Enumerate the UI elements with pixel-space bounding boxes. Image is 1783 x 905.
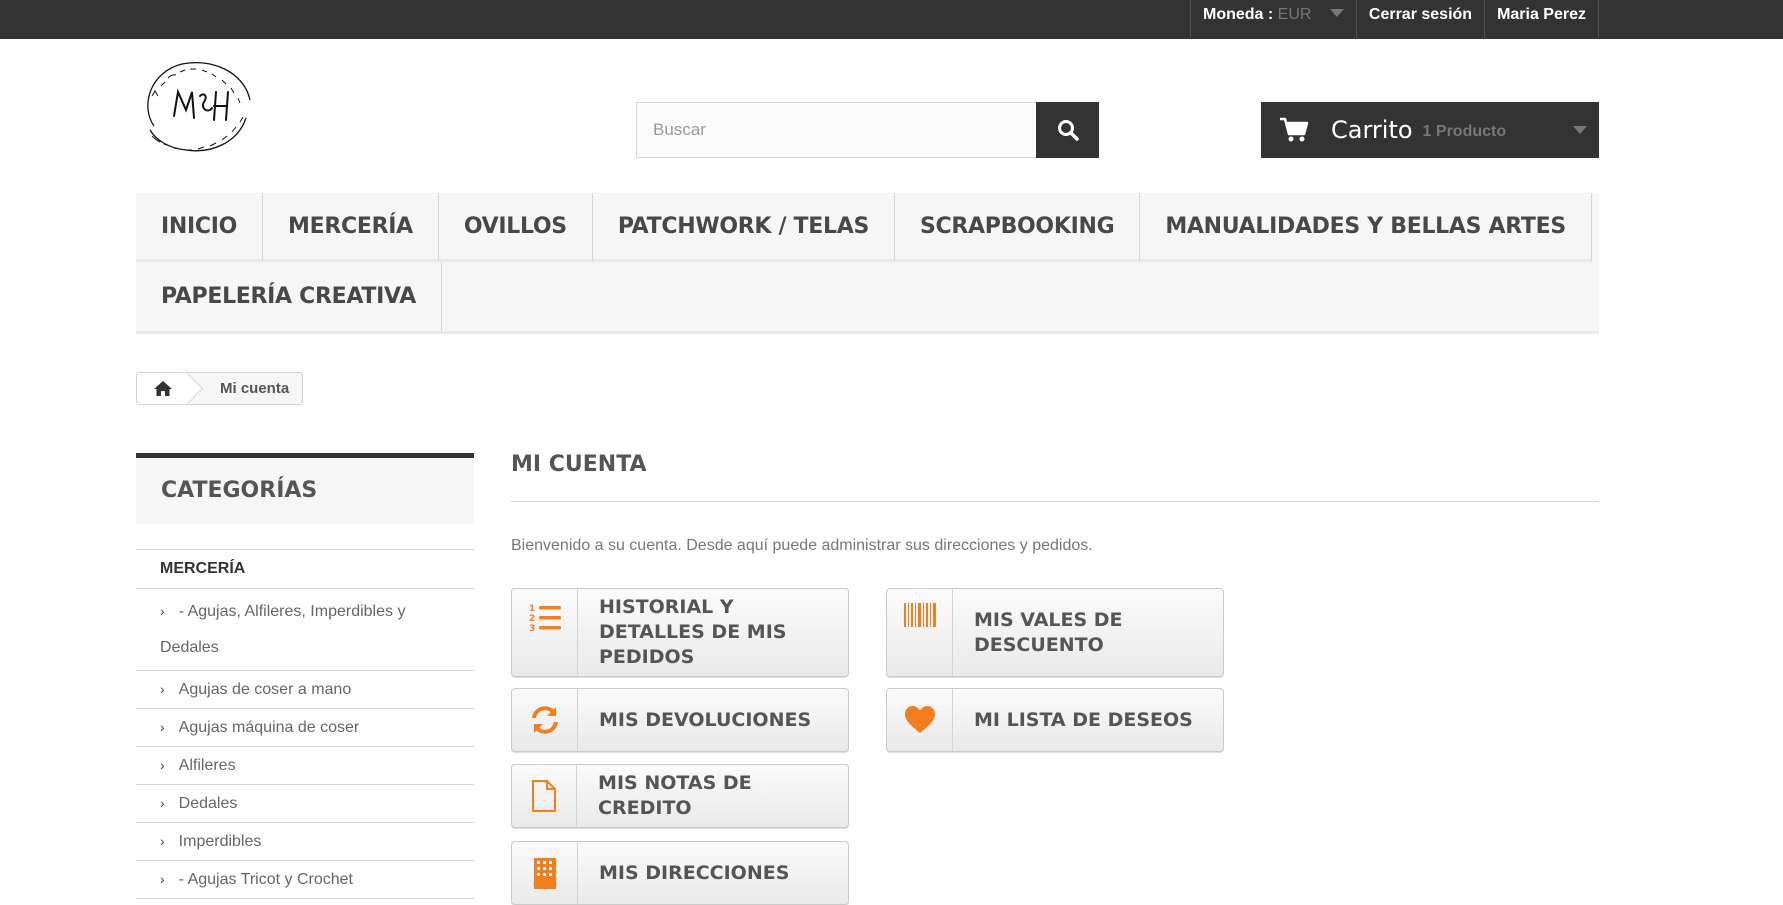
chevron-down-icon[interactable] — [1573, 126, 1587, 134]
category-item[interactable]: › - Agujas, Alfileres, Imperdibles y Deda… — [136, 589, 474, 671]
building-icon — [533, 858, 556, 889]
menu-item-papeleria[interactable]: PAPELERÍA CREATIVA — [136, 262, 442, 331]
cart-label: Carrito — [1331, 116, 1413, 144]
sidebar-categories: CATEGORÍAS MERCERÍA › - Agujas, Alfileres… — [136, 453, 474, 899]
category-label: - Agujas, Alfileres, Imperdibles y Dedal… — [160, 603, 406, 656]
icon-cell — [887, 589, 953, 676]
breadcrumb-current: Mi cuenta — [220, 380, 290, 397]
sidebar-title: CATEGORÍAS — [136, 453, 474, 524]
category-label: Agujas de coser a mano — [178, 681, 352, 698]
category-label: Alfileres — [178, 757, 236, 774]
cart-button[interactable]: Carrito 1 Producto — [1261, 102, 1599, 158]
menu-item-ovillos[interactable]: OVILLOS — [438, 193, 593, 262]
menu-item-merceria[interactable]: MERCERÍA — [263, 193, 439, 262]
chevron-right-icon: › — [160, 871, 165, 887]
page-title: MI CUENTA — [511, 452, 647, 477]
store-logo[interactable] — [134, 56, 260, 160]
category-label: Dedales — [178, 795, 238, 812]
breadcrumb: Mi cuenta — [136, 372, 304, 405]
chevron-right-icon: › — [160, 833, 165, 849]
category-item[interactable]: › Agujas máquina de coser — [136, 709, 474, 747]
category-item[interactable]: › Dedales — [136, 785, 474, 823]
search-button[interactable] — [1036, 102, 1099, 158]
icon-cell: 123 — [512, 589, 578, 676]
chevron-right-icon: › — [160, 681, 165, 697]
currency-value: EUR — [1277, 6, 1312, 23]
vouchers-button[interactable]: MIS VALES DE DESCUENTO — [886, 588, 1224, 677]
category-label: Imperdibles — [178, 833, 262, 850]
category-item[interactable]: › Agujas de coser a mano — [136, 671, 474, 709]
category-root[interactable]: MERCERÍA — [136, 550, 474, 589]
top-nav: Moneda : EUR Cerrar sesión Maria Perez — [1189, 0, 1599, 39]
home-icon — [154, 381, 172, 396]
category-label: - Agujas Tricot y Crochet — [178, 871, 353, 888]
breadcrumb-home[interactable] — [137, 373, 189, 404]
heart-icon — [904, 706, 935, 733]
cart-icon — [1280, 117, 1309, 142]
menu-item-inicio[interactable]: INICIO — [136, 193, 264, 262]
menu-item-scrapbooking[interactable]: SCRAPBOOKING — [894, 193, 1141, 262]
main-menu: INICIO MERCERÍA OVILLOS PATCHWORK / TELA… — [136, 193, 1599, 334]
menu-row: PAPELERÍA CREATIVA — [136, 262, 1599, 331]
icon-cell — [512, 765, 578, 827]
menu-item-manualidades[interactable]: MANUALIDADES Y BELLAS ARTES — [1140, 193, 1592, 262]
cart-count: 1 Producto — [1422, 123, 1507, 140]
top-bar: Moneda : EUR Cerrar sesión Maria Perez — [0, 0, 1783, 39]
barcode-icon — [903, 603, 936, 627]
title-divider — [511, 501, 1599, 502]
returns-label: MIS DEVOLUCIONES — [599, 708, 812, 731]
vouchers-label: MIS VALES DE DESCUENTO — [974, 608, 1123, 656]
chevron-down-icon — [1329, 8, 1344, 17]
category-item[interactable]: › Imperdibles — [136, 823, 474, 861]
addresses-label: MIS DIRECCIONES — [599, 861, 790, 884]
svg-text:3: 3 — [529, 624, 535, 633]
search-icon — [1057, 120, 1079, 141]
welcome-text: Bienvenido a su cuenta. Desde aquí puede… — [511, 537, 1093, 554]
logo-image — [147, 62, 251, 152]
menu-item-patchwork[interactable]: PATCHWORK / TELAS — [592, 193, 895, 262]
svg-text:2: 2 — [529, 614, 535, 624]
file-icon — [532, 780, 557, 812]
chevron-right-icon: › — [160, 719, 165, 735]
icon-cell — [512, 842, 578, 904]
svg-text:1: 1 — [529, 604, 535, 614]
icon-cell — [512, 689, 578, 751]
menu-row: INICIO MERCERÍA OVILLOS PATCHWORK / TELA… — [136, 193, 1599, 262]
order-history-button[interactable]: 123 HISTORIAL Y DETALLES DE MIS PEDIDOS — [511, 588, 849, 677]
user-account-link[interactable]: Maria Perez — [1484, 0, 1599, 39]
wishlist-button[interactable]: MI LISTA DE DESEOS — [886, 688, 1224, 752]
currency-selector[interactable]: Moneda : EUR — [1189, 0, 1356, 39]
category-label: Agujas máquina de coser — [178, 719, 360, 736]
refresh-icon — [531, 706, 558, 734]
chevron-right-icon: › — [160, 757, 165, 773]
addresses-button[interactable]: MIS DIRECCIONES — [511, 841, 849, 905]
search-bar — [636, 102, 1099, 158]
credit-notes-label: MIS NOTAS DE CREDITO — [598, 772, 752, 819]
credit-notes-button[interactable]: MIS NOTAS DE CREDITO — [511, 764, 849, 828]
currency-label: Moneda : — [1202, 6, 1274, 23]
chevron-right-icon: › — [160, 603, 165, 619]
list-ordered-icon: 123 — [529, 604, 561, 633]
icon-cell — [887, 689, 953, 751]
order-history-label: HISTORIAL Y DETALLES DE MIS PEDIDOS — [599, 596, 787, 668]
category-list: MERCERÍA › - Agujas, Alfileres, Imperdibl… — [136, 549, 474, 899]
category-item[interactable]: › Alfileres — [136, 747, 474, 785]
logout-link[interactable]: Cerrar sesión — [1355, 0, 1484, 39]
chevron-right-icon: › — [160, 795, 165, 811]
returns-button[interactable]: MIS DEVOLUCIONES — [511, 688, 849, 752]
search-input[interactable] — [636, 102, 1036, 158]
wishlist-label: MI LISTA DE DESEOS — [974, 708, 1193, 731]
category-item[interactable]: › - Agujas Tricot y Crochet — [136, 861, 474, 899]
